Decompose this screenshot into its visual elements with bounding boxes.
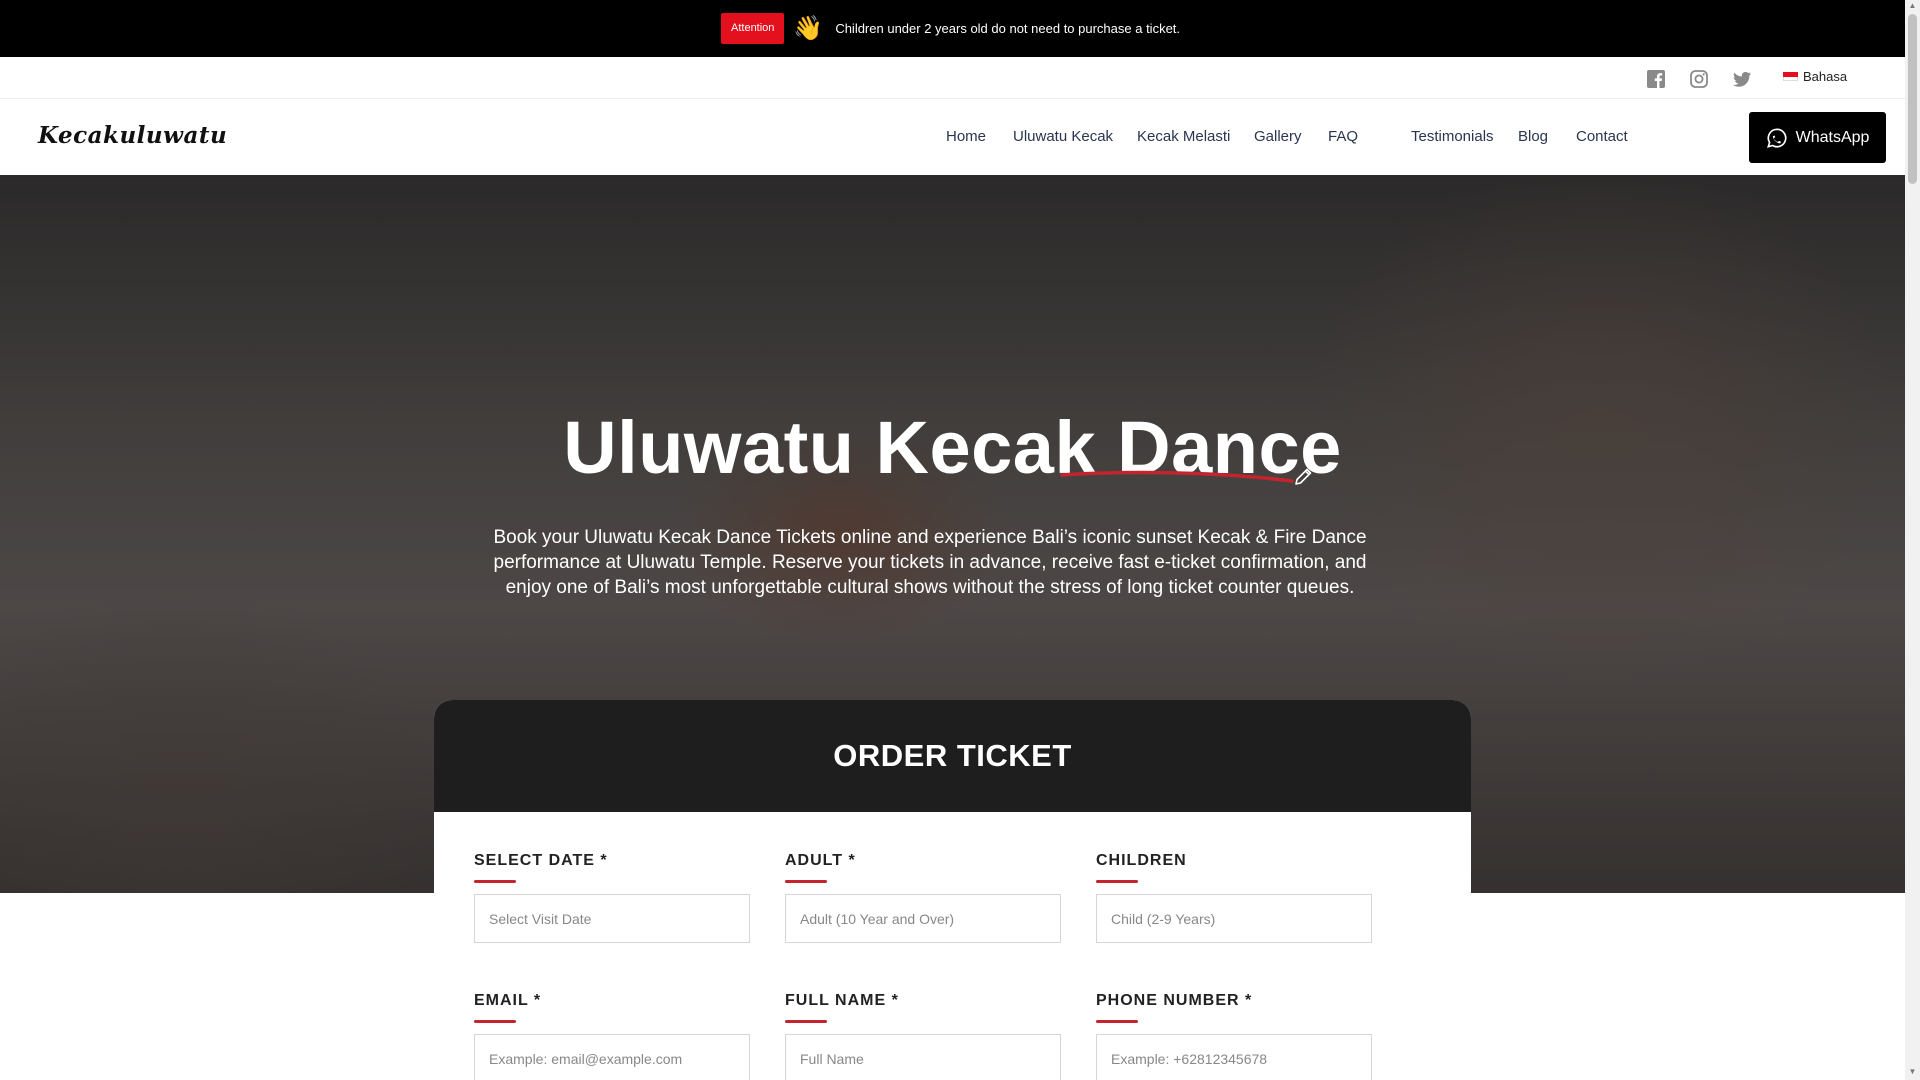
whatsapp-label: WhatsApp <box>1795 128 1870 146</box>
order-ticket-title: ORDER TICKET <box>833 738 1072 773</box>
site-logo[interactable]: Kecakuluwatu <box>38 122 227 149</box>
full-name-input[interactable] <box>785 1034 1061 1080</box>
children-input[interactable] <box>1096 894 1372 943</box>
top-bar: Bahasa <box>0 57 1905 99</box>
nav-uluwatu-kecak[interactable]: Uluwatu Kecak <box>1013 128 1113 145</box>
attention-badge: Attention <box>721 13 785 44</box>
adult-field: ADULT * <box>785 852 1061 943</box>
page-scrollbar[interactable]: ▲ ▼ <box>1905 0 1920 1080</box>
label-underline <box>474 880 516 883</box>
label-underline <box>785 880 827 883</box>
language-selector[interactable]: Bahasa <box>1783 69 1847 84</box>
email-input[interactable] <box>474 1034 750 1080</box>
scrollbar-thumb[interactable] <box>1908 14 1917 184</box>
full-name-field: FULL NAME * <box>785 992 1061 1080</box>
adult-input[interactable] <box>785 894 1061 943</box>
pencil-icon <box>1295 468 1312 485</box>
facebook-icon[interactable] <box>1646 69 1666 89</box>
hero-description: Book your Uluwatu Kecak Dance Tickets on… <box>493 527 1367 598</box>
label-underline <box>785 1020 827 1023</box>
whatsapp-button[interactable]: WhatsApp <box>1749 112 1886 163</box>
phone-number-input[interactable] <box>1096 1034 1372 1080</box>
adult-label: ADULT * <box>785 852 856 869</box>
waving-hand-icon: 👋 <box>793 15 824 42</box>
whatsapp-icon <box>1766 127 1787 148</box>
children-field: CHILDREN <box>1096 852 1372 943</box>
nav-gallery[interactable]: Gallery <box>1254 128 1302 145</box>
nav-contact[interactable]: Contact <box>1576 128 1628 145</box>
language-label: Bahasa <box>1803 69 1848 84</box>
hero-title: Uluwatu Kecak Dance <box>563 406 1342 489</box>
email-field: EMAIL * <box>474 992 750 1080</box>
select-date-label: SELECT DATE * <box>474 852 608 869</box>
announcement-content: Attention 👋 Children under 2 years old d… <box>721 13 1180 44</box>
announcement-text: Children under 2 years old do not need t… <box>835 21 1181 36</box>
label-underline <box>1096 1020 1138 1023</box>
main-navbar: Kecakuluwatu Home Uluwatu Kecak Kecak Me… <box>0 100 1905 175</box>
nav-blog[interactable]: Blog <box>1518 128 1548 145</box>
nav-home[interactable]: Home <box>946 128 986 145</box>
order-ticket-header: ORDER TICKET <box>434 700 1471 812</box>
select-date-input[interactable] <box>474 894 750 943</box>
title-underline-decoration <box>1060 470 1294 483</box>
scroll-down-arrow-icon[interactable]: ▼ <box>1908 1068 1917 1076</box>
full-name-label: FULL NAME * <box>785 992 899 1009</box>
indonesia-flag-icon <box>1783 72 1798 81</box>
children-label: CHILDREN <box>1096 852 1187 869</box>
email-label: EMAIL * <box>474 992 542 1009</box>
order-ticket-card: ORDER TICKET SELECT DATE * ADULT * CHILD… <box>434 700 1471 1080</box>
twitter-icon[interactable] <box>1732 69 1752 89</box>
nav-testimonials[interactable]: Testimonials <box>1411 128 1494 145</box>
nav-kecak-melasti[interactable]: Kecak Melasti <box>1137 128 1230 145</box>
phone-number-label: PHONE NUMBER * <box>1096 992 1253 1009</box>
announcement-bar: Attention 👋 Children under 2 years old d… <box>0 0 1920 57</box>
instagram-icon[interactable] <box>1689 69 1709 89</box>
nav-faq[interactable]: FAQ <box>1328 128 1358 145</box>
label-underline <box>1096 880 1138 883</box>
phone-number-field: PHONE NUMBER * <box>1096 992 1372 1080</box>
select-date-field: SELECT DATE * <box>474 852 750 943</box>
label-underline <box>474 1020 516 1023</box>
scroll-up-arrow-icon[interactable]: ▲ <box>1908 2 1917 10</box>
